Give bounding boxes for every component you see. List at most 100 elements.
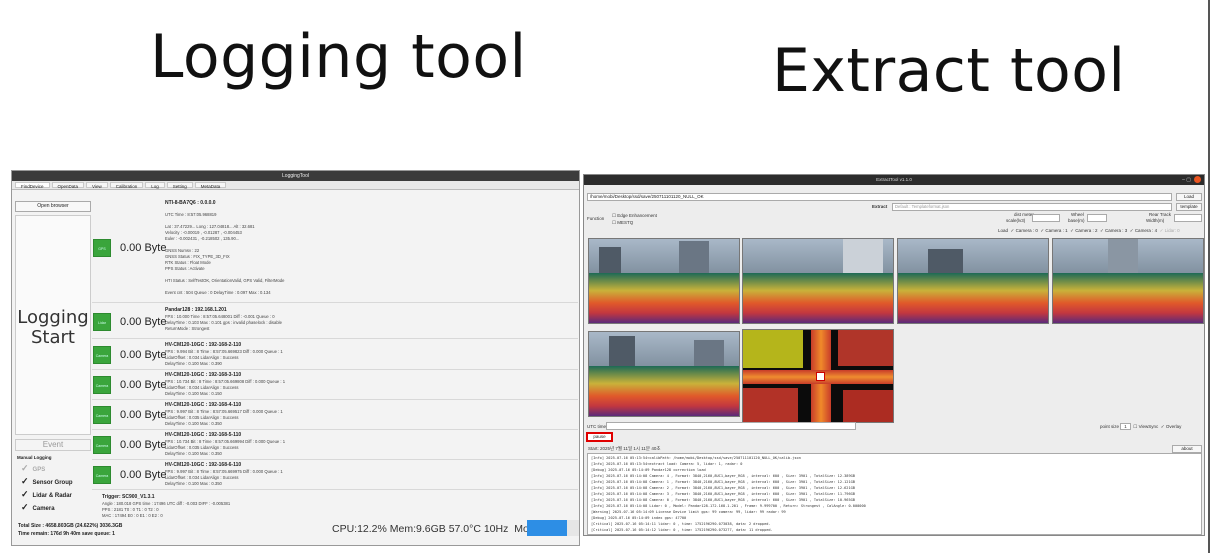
overlay-checkbox[interactable]: Overlay — [1166, 424, 1182, 429]
point-size-spinner[interactable]: 1 — [1120, 423, 1131, 430]
gps-line: GNSS Status : FIX_TYPE_3D_FIX — [165, 254, 230, 259]
camera-line: LidarOffset : 0.035 LidarAlign : Success — [165, 445, 239, 450]
camera-status-box: Camera — [93, 346, 111, 364]
system-status-text: CPU:12.2% Mem:9.6GB 57.0°C 10Hz — [332, 523, 509, 535]
start-time-label: Start: 2025년 7월 11일 1시 11분 40초 — [588, 446, 661, 451]
log-line: [Info] 2025-07-16 05:14:08 Camera: 3 , F… — [591, 492, 855, 496]
gps-checkbox[interactable]: ✓ GPS — [21, 463, 45, 474]
close-icon[interactable] — [1194, 176, 1201, 183]
pause-button[interactable]: pause — [586, 432, 613, 442]
camera-line: FPS : 10.734 Bit : 8 Time : 8:57:05.6699… — [165, 439, 286, 444]
template-path-input[interactable]: Default : Templateformat.json — [892, 203, 1172, 211]
gps-line: Euler : -0.002431 , -0.218502 , 135.90..… — [165, 236, 240, 241]
open-browser-button[interactable]: Open browser — [15, 201, 91, 212]
camera-checkbox[interactable]: ✓ Camera — [21, 502, 55, 513]
camera-device-title: HV-CM120-10GC : 192-168-5-110 — [165, 432, 242, 438]
camera-2-checkbox[interactable]: ✓ Camera : 2 — [1070, 228, 1097, 233]
extract-label: Extract — [872, 204, 888, 209]
extract-window-title: ExtractTool v1.1.0 – ▢ — [584, 175, 1204, 185]
logging-start-line1: Logging — [17, 307, 89, 328]
lidar-0-checkbox[interactable]: ✓ Lidar: 0 — [1160, 228, 1180, 233]
camera-line: FPS : 9.997 Bit : 8 Time : 8:57:05.66951… — [165, 409, 283, 414]
sensor-row-camera: Camera 0.00 Byte HV-CM120-10GC : 192-168… — [92, 461, 578, 490]
sensor-row-camera: Camera 0.00 Byte HV-CM120-10GC : 192-168… — [92, 341, 578, 370]
camera-view-thumbnail[interactable] — [588, 331, 740, 417]
storage-info: Total Size : 4658.803GB (24.622%) 3036.3… — [18, 522, 122, 538]
lidar-line: FPS : 10.000 Time : 8:57:05.648001 Diff … — [165, 314, 275, 319]
load-button[interactable]: Load — [1176, 193, 1202, 201]
camera-line: LidarOffset : 0.034 LidarAlign : Success — [165, 475, 239, 480]
dist-meter-label: dist meter — [1014, 212, 1034, 217]
gps-device-title: NTI-8-BA7Q6 : 0.0.0.0 — [165, 200, 216, 206]
log-line: [Info] 2025-07-16 05:14:08 Camera: 0 , F… — [591, 498, 855, 502]
tab-open-data[interactable]: OpenData — [51, 182, 85, 189]
camera-device-title: HV-CM120-10GC : 192-168-3-110 — [165, 372, 242, 378]
camera-line: LidarOffset : 0.034 LidarAlign : Success — [165, 355, 239, 360]
rear-track-input[interactable] — [1174, 214, 1202, 222]
camera-view-thumbnail[interactable] — [588, 238, 740, 324]
manual-logging-label: Manual Logging — [17, 455, 52, 460]
tab-calibration[interactable]: Calibration — [109, 182, 144, 189]
tab-setting[interactable]: Setting — [166, 182, 193, 189]
lidar-bev-view[interactable] — [742, 329, 894, 423]
camera-1-checkbox[interactable]: ✓ Camera : 1 — [1040, 228, 1067, 233]
wheel-base-input[interactable] — [1087, 214, 1107, 222]
logging-start-button[interactable]: Logging Start — [15, 215, 91, 435]
extract-tool-window: ExtractTool v1.1.0 – ▢ /home/mobi/Deskto… — [583, 174, 1205, 536]
camera-device-title: HV-CM120-10GC : 192-168-2-110 — [165, 342, 242, 348]
gps-bytes: 0.00 Byte — [120, 242, 167, 254]
point-size-control: point size 1 ☐ ViewSync ✓ Overlay — [1100, 423, 1182, 430]
logging-tab-bar: FindDevice OpenData View Calibration Log… — [12, 181, 579, 190]
log-line: [Debug] 2025-07-16 05:14:09 index gps: 4… — [591, 516, 687, 520]
slide: Logging tool Extract tool LoggingTool Fi… — [0, 0, 1212, 553]
camera-view-thumbnail[interactable] — [742, 238, 894, 324]
logging-window-title: LoggingTool — [12, 171, 579, 181]
lidar-radar-checkbox[interactable]: ✓ Lidar & Radar — [21, 489, 72, 500]
system-status-bar: CPU:12.2% Mem:9.6GB 57.0°C 10Hz Moving — [332, 523, 548, 535]
gps-line: Event cnt : 504 Queue : 0 DelayTime : 0.… — [165, 290, 271, 295]
log-line: [Info] 2025-07-16 05:14:08 Camera: 4 , F… — [591, 474, 855, 478]
sensor-group-checkbox[interactable]: ✓ Sensor Group — [21, 476, 73, 487]
tab-log[interactable]: Log — [145, 182, 165, 189]
template-button[interactable]: template — [1176, 203, 1202, 211]
edge-enhancement-checkbox[interactable]: ☐ Edge Enhancement — [612, 213, 657, 219]
camera-status-box: Camera — [93, 466, 111, 484]
log-line: [Info] 2025-07-16 05:13:54<extract load:… — [591, 462, 743, 466]
gps-line: GNSS Numsv : 22 — [165, 248, 200, 253]
log-line: [Critical] 2025-07-16 05:14:11 lidar: 0 … — [591, 522, 771, 526]
wheel-label: Wheel — [1071, 212, 1084, 217]
mestq-checkbox[interactable]: ☐ MESTQ — [612, 220, 633, 226]
about-button[interactable]: about — [1172, 445, 1202, 453]
tab-metadata[interactable]: MetaData — [194, 182, 227, 189]
event-button[interactable]: Event — [15, 439, 91, 451]
lidar-bytes: 0.00 Byte — [120, 316, 167, 328]
ego-vehicle-marker — [816, 372, 825, 381]
camera-view-thumbnail[interactable] — [897, 238, 1049, 324]
log-line: [Debug] 2025-07-16 05:14:09 Pandar128 co… — [591, 468, 706, 472]
scale-input[interactable] — [1032, 214, 1060, 222]
minimize-maximize-icon[interactable]: – ▢ — [1182, 175, 1191, 185]
extract-tool-title: Extract tool — [772, 36, 1126, 106]
lidar-status-box: Lidar — [93, 313, 111, 331]
camera-view-thumbnail[interactable] — [1052, 238, 1204, 324]
lidar-device-title: Pandar128 : 192.168.1.201 — [165, 307, 227, 313]
rear-track-label: Rear Track — [1149, 212, 1172, 217]
data-path-input[interactable]: /home/mobi/Desktop/ssd/save/250711101120… — [587, 193, 1172, 201]
camera-0-checkbox[interactable]: ✓ Camera : 0 — [1011, 228, 1038, 233]
tab-view[interactable]: View — [86, 182, 108, 189]
logging-start-line2: Start — [31, 327, 75, 348]
viewsync-checkbox[interactable]: ViewSync — [1139, 424, 1159, 429]
trigger-line: PPS : 2181 T0 : 0 T1 : 0 T2 : 0 — [102, 507, 159, 512]
utc-time-input[interactable] — [606, 422, 856, 430]
log-line: [Info] 2025-07-16 05:14:08 Camera: 1 , F… — [591, 480, 855, 484]
sensor-row-camera: Camera 0.00 Byte HV-CM120-10GC : 192-168… — [92, 401, 578, 430]
tab-find-device[interactable]: FindDevice — [15, 182, 50, 189]
camera-line: DelayTime : 0.100 Max : 0.350 — [165, 481, 222, 486]
camera-3-checkbox[interactable]: ✓ Camera : 3 — [1100, 228, 1127, 233]
camera-4-checkbox[interactable]: ✓ Camera : 4 — [1130, 228, 1157, 233]
time-remain: Time remain: 176d 9h 40m save queue: 1 — [18, 531, 115, 537]
log-line: [Warning] 2025-07-16 05:14:09 License De… — [591, 510, 786, 514]
gps-line: Velocity : -0.00019 , -0.01287 , -0.0044… — [165, 230, 242, 235]
log-output[interactable]: [Info] 2025-07-16 05:13:54<calibPath: /h… — [587, 453, 1202, 535]
function-label: Function — [587, 216, 605, 221]
